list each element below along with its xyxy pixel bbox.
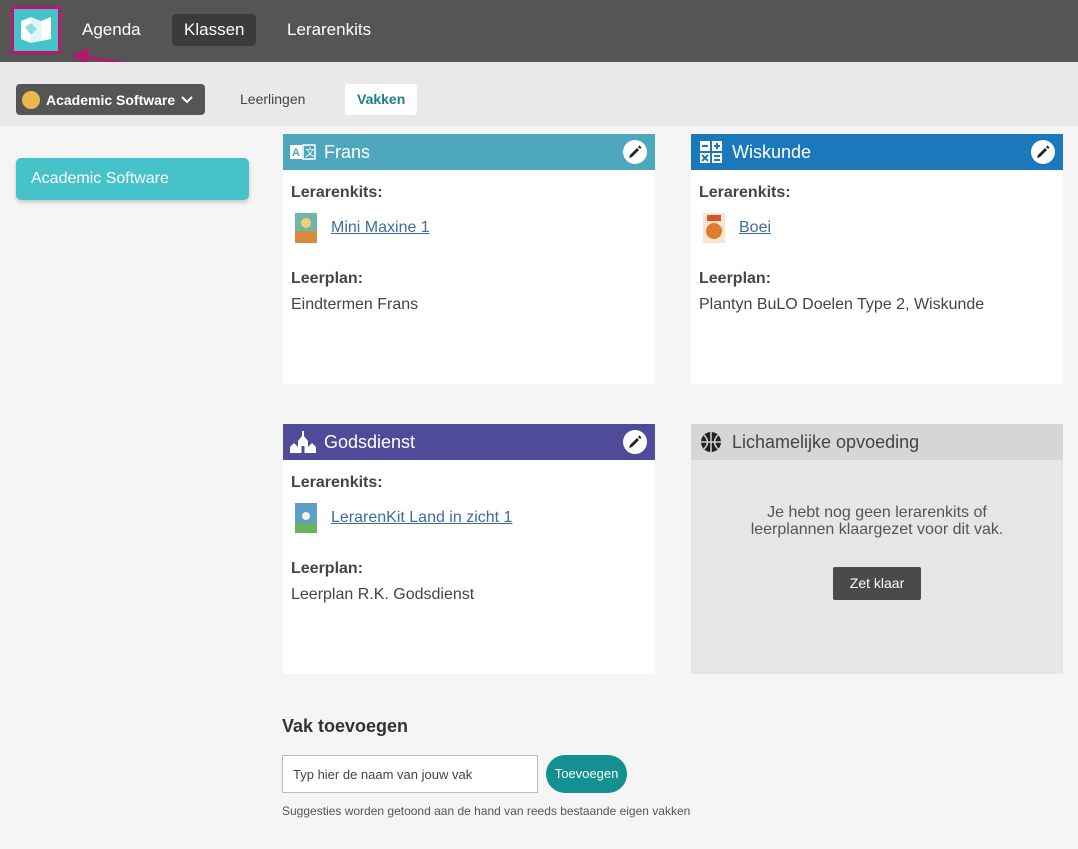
church-icon — [290, 431, 316, 453]
subject-title: Wiskunde — [732, 141, 812, 162]
suggestion-hint: Suggesties worden getoond aan de hand va… — [282, 804, 691, 818]
kits-label: Lerarenkits: — [291, 474, 383, 491]
sub-navigation: Academic Software Leerlingen Vakken — [0, 62, 1078, 126]
kit-cover-thumbnail — [703, 213, 725, 243]
translate-icon: A 文 — [290, 142, 316, 162]
lightbulb-icon — [22, 90, 40, 109]
subject-header: A 文 Frans — [283, 134, 655, 170]
subject-header: Wiskunde — [691, 134, 1063, 170]
subject-header: Godsdienst — [283, 424, 655, 460]
subject-header: Lichamelijke opvoeding — [691, 424, 1063, 460]
nav-agenda[interactable]: Agenda — [70, 14, 153, 46]
logo-icon — [21, 17, 51, 43]
svg-text:A: A — [292, 147, 300, 159]
class-selector-label: Academic Software — [46, 91, 176, 108]
plan-label: Leerplan: — [291, 270, 364, 287]
zet-klaar-button[interactable]: Zet klaar — [833, 567, 921, 600]
empty-message-line: Je hebt nog geen lerarenkits of — [767, 504, 987, 521]
empty-message: Je hebt nog geen lerarenkits of leerplan… — [691, 504, 1063, 538]
kit-link[interactable]: LerarenKit Land in zicht 1 — [331, 509, 512, 527]
pencil-icon — [1037, 145, 1050, 158]
subject-title: Lichamelijke opvoeding — [732, 431, 920, 452]
subject-card-frans: A 文 Frans Lerarenkits: Mini Maxine 1 Lee… — [283, 134, 655, 384]
subject-name-input[interactable] — [282, 755, 538, 793]
chevron-down-icon — [181, 95, 193, 103]
plan-value: Leerplan R.K. Godsdienst — [291, 586, 475, 603]
sidebar-class-item[interactable]: Academic Software — [16, 158, 249, 200]
subject-card-lichamelijke-opvoeding: Lichamelijke opvoeding Je hebt nog geen … — [691, 424, 1063, 674]
edit-button[interactable] — [1031, 140, 1055, 164]
svg-text:文: 文 — [305, 146, 315, 159]
calculator-icon — [698, 141, 724, 163]
kit-link[interactable]: Mini Maxine 1 — [331, 219, 430, 237]
pencil-icon — [629, 145, 642, 158]
edit-button[interactable] — [623, 430, 647, 454]
kit-item: Mini Maxine 1 — [291, 212, 647, 244]
subject-card-wiskunde: Wiskunde Lerarenkits: Boei Leerplan: Pla… — [691, 134, 1063, 384]
basketball-icon — [698, 432, 724, 452]
subject-title: Godsdienst — [324, 431, 416, 452]
tab-vakken[interactable]: Vakken — [345, 84, 418, 115]
plan-label: Leerplan: — [699, 270, 772, 287]
kits-label: Lerarenkits: — [699, 184, 791, 201]
app-logo[interactable] — [11, 6, 61, 54]
kits-label: Lerarenkits: — [291, 184, 383, 201]
nav-lerarenkits[interactable]: Lerarenkits — [275, 14, 383, 46]
class-selector[interactable]: Academic Software — [16, 84, 205, 115]
pencil-icon — [629, 435, 642, 448]
add-subject-title: Vak toevoegen — [282, 716, 409, 736]
kit-cover-thumbnail — [295, 503, 317, 533]
edit-button[interactable] — [623, 140, 647, 164]
add-subject-button[interactable]: Toevoegen — [546, 755, 627, 793]
subject-card-godsdienst: Godsdienst Lerarenkits: LerarenKit Land … — [283, 424, 655, 674]
kit-cover-thumbnail — [295, 213, 317, 243]
plan-label: Leerplan: — [291, 560, 364, 577]
nav-klassen[interactable]: Klassen — [172, 14, 257, 46]
plan-value: Eindtermen Frans — [291, 296, 419, 313]
plan-value: Plantyn BuLO Doelen Type 2, Wiskunde — [699, 296, 985, 313]
tab-leerlingen[interactable]: Leerlingen — [228, 84, 317, 115]
kit-item: LerarenKit Land in zicht 1 — [291, 502, 647, 534]
empty-message-line: leerplannen klaargezet voor dit vak. — [750, 521, 1004, 538]
subject-title: Frans — [324, 141, 371, 162]
kit-item: Boei — [699, 212, 1055, 244]
kit-link[interactable]: Boei — [739, 219, 771, 237]
